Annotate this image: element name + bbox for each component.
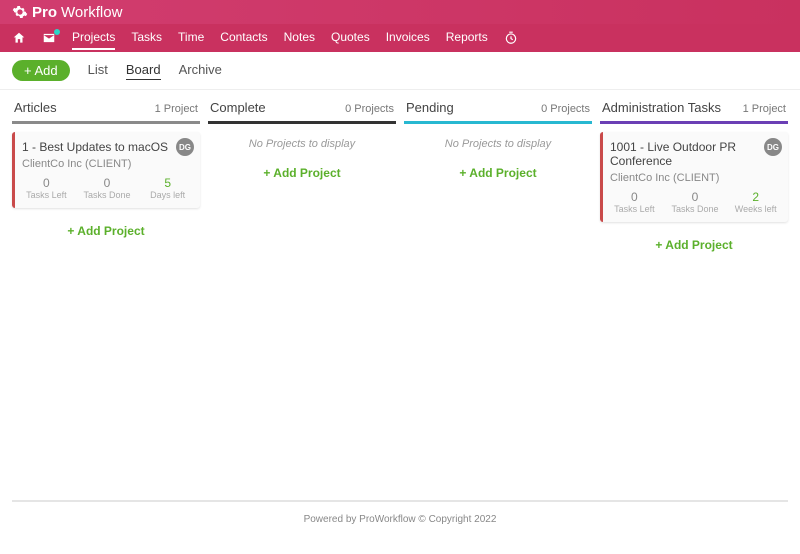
card-stats: 0Tasks Left 0Tasks Done 5Days left bbox=[22, 176, 192, 200]
card-client: ClientCo Inc (CLIENT) bbox=[22, 158, 192, 170]
column-count: 0 Projects bbox=[541, 103, 590, 115]
project-card[interactable]: DG 1001 - Live Outdoor PR Conference Cli… bbox=[600, 132, 788, 222]
column-complete: Complete 0 Projects No Projects to displ… bbox=[208, 98, 396, 492]
stat-label: Tasks Done bbox=[83, 190, 132, 200]
card-title: 1001 - Live Outdoor PR Conference bbox=[610, 140, 780, 168]
card-client: ClientCo Inc (CLIENT) bbox=[610, 172, 780, 184]
avatar: DG bbox=[176, 138, 194, 156]
column-count: 1 Project bbox=[743, 103, 786, 115]
column-title: Pending bbox=[406, 100, 454, 115]
column-header: Pending 0 Projects bbox=[404, 98, 592, 124]
stat-label: Tasks Done bbox=[671, 204, 720, 214]
nav-time[interactable]: Time bbox=[178, 26, 204, 50]
column-header: Complete 0 Projects bbox=[208, 98, 396, 124]
topbar: ProWorkflow bbox=[0, 0, 800, 24]
add-project-link[interactable]: + Add Project bbox=[12, 218, 200, 244]
nav-reports[interactable]: Reports bbox=[446, 26, 488, 50]
add-project-link[interactable]: + Add Project bbox=[600, 232, 788, 258]
notification-dot bbox=[54, 29, 60, 35]
column-title: Complete bbox=[210, 100, 266, 115]
stat-value: 2 bbox=[731, 190, 780, 204]
subnav-list[interactable]: List bbox=[88, 62, 108, 79]
stat-value: 0 bbox=[671, 190, 720, 204]
stat-value: 5 bbox=[143, 176, 192, 190]
stat-value: 0 bbox=[22, 176, 71, 190]
card-stats: 0Tasks Left 0Tasks Done 2Weeks left bbox=[610, 190, 780, 214]
timer-icon[interactable] bbox=[504, 31, 518, 45]
sub-nav: + Add List Board Archive bbox=[0, 52, 800, 90]
subnav-board[interactable]: Board bbox=[126, 62, 161, 80]
stat-value: 0 bbox=[83, 176, 132, 190]
stat-label: Days left bbox=[143, 190, 192, 200]
project-card[interactable]: DG 1 - Best Updates to macOS ClientCo In… bbox=[12, 132, 200, 208]
column-header: Articles 1 Project bbox=[12, 98, 200, 124]
column-admin: Administration Tasks 1 Project DG 1001 -… bbox=[600, 98, 788, 492]
footer-text: Powered by ProWorkflow © Copyright 2022 bbox=[0, 502, 800, 531]
nav-projects[interactable]: Projects bbox=[72, 26, 115, 50]
column-title: Articles bbox=[14, 100, 57, 115]
nav-tasks[interactable]: Tasks bbox=[131, 26, 162, 50]
nav-quotes[interactable]: Quotes bbox=[331, 26, 370, 50]
main-nav: Projects Tasks Time Contacts Notes Quote… bbox=[0, 24, 800, 52]
avatar: DG bbox=[764, 138, 782, 156]
column-header: Administration Tasks 1 Project bbox=[600, 98, 788, 124]
board: Articles 1 Project DG 1 - Best Updates t… bbox=[0, 90, 800, 500]
home-icon[interactable] bbox=[12, 31, 26, 45]
column-title: Administration Tasks bbox=[602, 100, 721, 115]
column-pending: Pending 0 Projects No Projects to displa… bbox=[404, 98, 592, 492]
mail-icon[interactable] bbox=[42, 31, 56, 45]
stat-label: Tasks Left bbox=[22, 190, 71, 200]
add-project-link[interactable]: + Add Project bbox=[404, 160, 592, 186]
empty-message: No Projects to display bbox=[404, 132, 592, 160]
add-button[interactable]: + Add bbox=[12, 60, 70, 81]
card-title: 1 - Best Updates to macOS bbox=[22, 140, 192, 154]
gear-icon bbox=[12, 4, 28, 20]
nav-notes[interactable]: Notes bbox=[284, 26, 315, 50]
add-project-link[interactable]: + Add Project bbox=[208, 160, 396, 186]
empty-message: No Projects to display bbox=[208, 132, 396, 160]
column-count: 1 Project bbox=[155, 103, 198, 115]
logo-thin: Workflow bbox=[61, 4, 122, 21]
stat-label: Tasks Left bbox=[610, 204, 659, 214]
subnav-archive[interactable]: Archive bbox=[179, 62, 222, 79]
logo: ProWorkflow bbox=[12, 4, 122, 21]
nav-invoices[interactable]: Invoices bbox=[386, 26, 430, 50]
nav-contacts[interactable]: Contacts bbox=[220, 26, 267, 50]
logo-bold: Pro bbox=[32, 4, 57, 21]
column-articles: Articles 1 Project DG 1 - Best Updates t… bbox=[12, 98, 200, 492]
stat-value: 0 bbox=[610, 190, 659, 204]
stat-label: Weeks left bbox=[731, 204, 780, 214]
column-count: 0 Projects bbox=[345, 103, 394, 115]
